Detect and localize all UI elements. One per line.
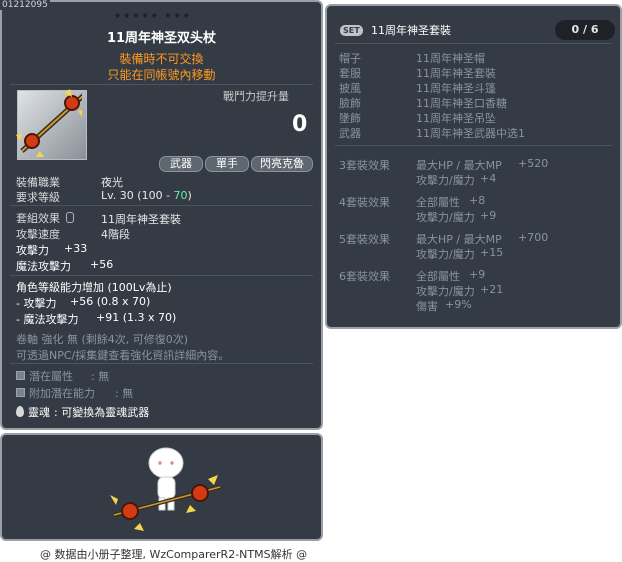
item-name: 11周年神圣双头杖	[106, 31, 217, 46]
set-part-label: 臉飾	[339, 97, 361, 110]
soul-flame-icon	[16, 406, 24, 417]
potential-label: 潛在屬性	[29, 370, 73, 383]
set-part-label: 披風	[339, 82, 361, 95]
item-icon-frame	[16, 89, 87, 160]
item-tooltip-panel: ★★★★★ ★★★ 11周年神圣双头杖 裝備時不可交換 只能在同帳號內移動 戰鬥…	[0, 0, 323, 430]
staff-icon	[16, 89, 82, 157]
footer-credit: @ 数据由小册子整理, WzComparerR2-NTMS解析 @	[40, 548, 308, 561]
attack-speed-label: 攻擊速度	[16, 228, 60, 241]
set-effect-stat-value: +700	[518, 231, 549, 244]
scroll-enhance-info: 卷軸 強化 無 (剩餘4次, 可修復0次)	[16, 333, 189, 346]
combat-power-label: 戰鬥力提升量	[223, 90, 289, 103]
set-effect-stat: 最大HP / 最大MP	[416, 159, 502, 172]
level-range-close: )	[187, 189, 192, 202]
trade-warning: 裝備時不可交換	[119, 52, 204, 66]
set-effect-stat: 攻擊力/魔力	[416, 174, 475, 187]
potential-value: : 無	[91, 370, 110, 383]
set-part-value: 11周年神圣口香糖	[416, 97, 507, 110]
mouse-icon	[65, 212, 74, 223]
attack-value: +33	[64, 242, 88, 255]
additional-potential-label: 附加潛在能力	[29, 387, 95, 400]
star-force-stars: ★★★★★ ★★★	[114, 11, 192, 20]
tag-one-handed: 單手	[205, 156, 249, 172]
set-part-label: 帽子	[339, 52, 361, 65]
set-part-label: 墬飾	[339, 112, 361, 125]
magic-attack-label: 魔法攻擊力	[16, 260, 71, 273]
magic-attack-value: +56	[90, 258, 114, 271]
set-effect-stat-value: +4	[480, 172, 497, 185]
item-id: 01212095	[0, 0, 50, 10]
divider	[335, 43, 612, 44]
bonus-attack-label: - 攻擊力	[16, 297, 57, 310]
level-value: Lv. 30 (100 - 70)	[101, 189, 192, 202]
set-effect-tier-label: 5套裝效果	[339, 233, 390, 246]
divider	[10, 363, 313, 364]
set-title: 11周年神圣套裝	[371, 24, 451, 37]
potential-icon	[16, 371, 25, 380]
soul-value: : 可變換為靈魂武器	[54, 406, 150, 419]
bonus-attack-value: +56 (0.8 x 70)	[70, 295, 151, 308]
additional-potential-icon	[16, 388, 25, 397]
divider	[10, 84, 313, 85]
attack-speed-value: 4階段	[101, 228, 130, 241]
set-part-value: 11周年神圣斗篷	[416, 82, 496, 95]
set-effect-stat-value: +21	[480, 283, 504, 296]
soul-label: 靈魂	[28, 406, 50, 419]
tag-weapon: 武器	[159, 156, 203, 172]
set-effect-stat: 全部屬性	[416, 196, 460, 209]
npc-info: 可透過NPC/採集鍵查看強化資訊詳細內容。	[16, 349, 230, 362]
set-effect-stat: 最大HP / 最大MP	[416, 233, 502, 246]
divider	[10, 275, 313, 276]
level-range-bonus: 70	[173, 189, 188, 202]
set-part-value: 11周年神圣套裝	[416, 67, 496, 80]
account-warning: 只能在同帳號內移動	[107, 68, 216, 82]
set-effect-stat-value: +9%	[445, 298, 472, 311]
set-effect-stat-value: +8	[469, 194, 486, 207]
set-effect-stat-value: +520	[518, 157, 549, 170]
set-piece-counter: 0 / 6	[555, 20, 615, 40]
set-effect-stat-value: +15	[480, 246, 504, 259]
potential-row: 潛在屬性	[16, 368, 73, 384]
combat-power-value: 0	[292, 112, 308, 137]
attack-label: 攻擊力	[16, 244, 49, 257]
set-effect-tier-label: 4套裝效果	[339, 196, 390, 209]
set-part-value: 11周年神圣武器中选1	[416, 127, 525, 140]
set-effect-stat: 攻擊力/魔力	[416, 211, 475, 224]
set-effect-stat: 攻擊力/魔力	[416, 248, 475, 261]
set-part-label: 套服	[339, 67, 361, 80]
set-effect-tier-label: 3套裝效果	[339, 159, 390, 172]
divider	[335, 145, 612, 146]
set-effect-value: 11周年神圣套裝	[101, 213, 181, 226]
divider	[10, 205, 313, 206]
tag-class: 閃亮克魯	[251, 156, 313, 172]
job-label: 裝備職業	[16, 176, 60, 189]
bonus-magic-attack-label: - 魔法攻擊力	[16, 313, 79, 326]
set-effect-stat: 攻擊力/魔力	[416, 285, 475, 298]
soul-row: 靈魂	[16, 404, 50, 420]
job-value: 夜光	[101, 176, 123, 189]
bonus-magic-attack-value: +91 (1.3 x 70)	[96, 311, 177, 324]
set-effect-label: 套組效果	[16, 210, 74, 226]
set-part-value: 11周年神圣帽	[416, 52, 485, 65]
set-part-value: 11周年神圣吊坠	[416, 112, 496, 125]
set-effect-stat: 全部屬性	[416, 270, 460, 283]
set-info-panel: SET 11周年神圣套裝 0 / 6 帽子 11周年神圣帽 套服 11周年神圣套…	[325, 4, 622, 329]
set-effect-stat-value: +9	[469, 268, 486, 281]
avatar-preview	[110, 447, 221, 531]
set-part-label: 武器	[339, 127, 361, 140]
level-bonus-header: 角色等級能力增加 (100Lv為止)	[16, 281, 172, 294]
set-effect-tier-label: 6套裝效果	[339, 270, 390, 283]
additional-potential-value: : 無	[115, 387, 134, 400]
level-label: 要求等級	[16, 191, 60, 204]
set-badge: SET	[340, 25, 363, 36]
additional-potential-row: 附加潛在能力	[16, 385, 95, 401]
set-effect-text: 套組效果	[16, 212, 60, 225]
level-number: Lv. 30	[101, 189, 134, 202]
level-range-open: (100 -	[137, 189, 171, 202]
set-effect-stat: 傷害	[416, 300, 438, 313]
set-effect-stat-value: +9	[480, 209, 497, 222]
avatar-preview-panel	[0, 433, 323, 541]
